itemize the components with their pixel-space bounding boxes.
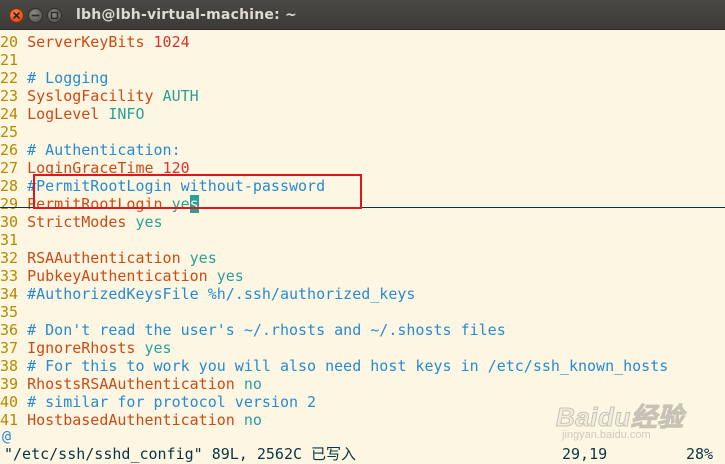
config-value: no bbox=[243, 411, 262, 429]
status-line: "/etc/ssh/sshd_config" 89L, 2562C 已写入 29… bbox=[0, 444, 725, 464]
editor-line: 35 bbox=[0, 303, 27, 321]
editor-line: 21 bbox=[0, 51, 27, 69]
line-number: 21 bbox=[0, 51, 19, 69]
config-key: PubkeyAuthentication bbox=[27, 267, 208, 285]
maximize-icon bbox=[50, 11, 59, 20]
terminal-window: lbh@lbh-virtual-machine: ~ 20 ServerKeyB… bbox=[0, 0, 725, 464]
editor-line: 40 # similar for protocol version 2 bbox=[0, 393, 316, 411]
editor-line: 38 # For this to work you will also need… bbox=[0, 357, 668, 375]
config-key: RSAAuthentication bbox=[27, 249, 181, 267]
close-button[interactable] bbox=[9, 8, 24, 23]
line-number: 28 bbox=[0, 177, 19, 195]
editor-line: 20 ServerKeyBits 1024 bbox=[0, 33, 190, 51]
highlight-box bbox=[33, 174, 362, 209]
line-number: 26 bbox=[0, 141, 19, 159]
config-key: SyslogFacility bbox=[27, 87, 154, 105]
close-icon bbox=[13, 12, 20, 19]
config-key: HostbasedAuthentication bbox=[27, 411, 235, 429]
line-number: 37 bbox=[0, 339, 19, 357]
comment-text: # Logging bbox=[27, 69, 109, 87]
config-key: ServerKeyBits bbox=[27, 33, 145, 51]
comment-text: # Don't read the user's ~/.rhosts and ~/… bbox=[27, 321, 506, 339]
line-number: 38 bbox=[0, 357, 19, 375]
config-value: AUTH bbox=[162, 87, 199, 105]
line-number: 24 bbox=[0, 105, 19, 123]
config-value: yes bbox=[135, 213, 163, 231]
minimize-button[interactable] bbox=[28, 8, 43, 23]
line-number: 34 bbox=[0, 285, 19, 303]
editor-line: 36 # Don't read the user's ~/.rhosts and… bbox=[0, 321, 506, 339]
line-number: 30 bbox=[0, 213, 19, 231]
editor-line: 22 # Logging bbox=[0, 69, 108, 87]
editor-line: 23 SyslogFacility AUTH bbox=[0, 87, 199, 105]
line-number: 20 bbox=[0, 33, 19, 51]
config-value: yes bbox=[216, 267, 244, 285]
line-number: 25 bbox=[0, 123, 19, 141]
config-key: StrictModes bbox=[27, 213, 127, 231]
config-key: IgnoreRhosts bbox=[27, 339, 136, 357]
minimize-icon bbox=[31, 14, 40, 17]
editor-line: 37 IgnoreRhosts yes bbox=[0, 339, 172, 357]
line-number: 22 bbox=[0, 69, 19, 87]
status-message: "/etc/ssh/sshd_config" 89L, 2562C 已写入 bbox=[4, 445, 357, 463]
line-number: 33 bbox=[0, 267, 19, 285]
comment-text: #AuthorizedKeysFile %h/.ssh/authorized_k… bbox=[27, 285, 416, 303]
line-number: 36 bbox=[0, 321, 19, 339]
editor-line: 33 PubkeyAuthentication yes bbox=[0, 267, 244, 285]
line-number: 35 bbox=[0, 303, 19, 321]
editor-line: 32 RSAAuthentication yes bbox=[0, 249, 217, 267]
config-value: yes bbox=[189, 249, 217, 267]
config-value: INFO bbox=[108, 105, 145, 123]
end-of-buffer-marker: @ bbox=[2, 427, 12, 445]
watermark-url: jingyan.baidu.com bbox=[562, 429, 651, 441]
config-value: 1024 bbox=[153, 33, 190, 51]
window-title: lbh@lbh-virtual-machine: ~ bbox=[76, 7, 297, 23]
editor-line: 25 bbox=[0, 123, 27, 141]
comment-text: # Authentication: bbox=[27, 141, 181, 159]
line-number: 23 bbox=[0, 87, 19, 105]
line-number: 27 bbox=[0, 159, 19, 177]
title-bar[interactable]: lbh@lbh-virtual-machine: ~ bbox=[0, 0, 725, 30]
cursor-position: 29,19 bbox=[562, 445, 608, 463]
editor-line: 39 RhostsRSAAuthentication no bbox=[0, 375, 262, 393]
config-key: LogLevel bbox=[27, 105, 100, 123]
line-number: 29 bbox=[0, 195, 19, 213]
config-value: yes bbox=[144, 339, 172, 357]
line-number: 32 bbox=[0, 249, 19, 267]
editor-line: 30 StrictModes yes bbox=[0, 213, 163, 231]
terminal-editor[interactable]: 20 ServerKeyBits 1024 21 22 # Logging 23 S… bbox=[0, 30, 725, 464]
editor-line: 24 LogLevel INFO bbox=[0, 105, 145, 123]
line-number: 39 bbox=[0, 375, 19, 393]
line-number: 31 bbox=[0, 231, 19, 249]
comment-text: # For this to work you will also need ho… bbox=[27, 357, 669, 375]
maximize-button[interactable] bbox=[47, 8, 62, 23]
scroll-percent: 28% bbox=[686, 445, 714, 463]
line-number: 40 bbox=[0, 393, 19, 411]
comment-text: # similar for protocol version 2 bbox=[27, 393, 317, 411]
config-value: no bbox=[243, 375, 262, 393]
editor-line: 26 # Authentication: bbox=[0, 141, 181, 159]
editor-line: 41 HostbasedAuthentication no bbox=[0, 411, 262, 429]
editor-line: 31 bbox=[0, 231, 27, 249]
config-key: RhostsRSAAuthentication bbox=[27, 375, 235, 393]
watermark: Baidu经验 jingyan.baidu.com bbox=[556, 397, 721, 447]
editor-line: 34 #AuthorizedKeysFile %h/.ssh/authorize… bbox=[0, 285, 415, 303]
